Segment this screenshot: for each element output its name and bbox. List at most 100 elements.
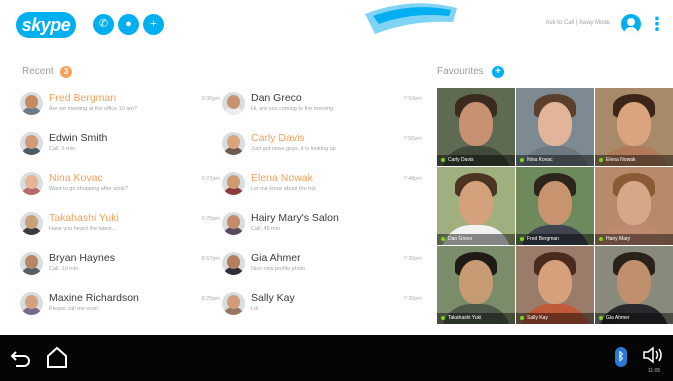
recent-column-right: Dan Greco Hi, are you coming to the meeti… bbox=[222, 86, 422, 326]
favourite-tile[interactable]: Fred Bergman bbox=[516, 167, 594, 245]
message-preview: Want to go shopping after work? bbox=[49, 186, 128, 192]
contact-name: Maxine Richardson bbox=[49, 292, 139, 304]
android-navbar: ᛒ 11:05 bbox=[0, 335, 673, 381]
message-preview: Nice new profile photo bbox=[251, 266, 306, 272]
back-arrow-icon[interactable] bbox=[10, 348, 32, 368]
status-text[interactable]: Ask to Call | Away Mode bbox=[528, 20, 610, 26]
person-body-icon bbox=[624, 27, 638, 34]
favourite-name: Nina Kovac bbox=[527, 157, 553, 163]
message-preview: Please call me soon bbox=[49, 306, 99, 312]
contact-avatar bbox=[20, 132, 43, 155]
message-time: 7:48pm bbox=[403, 176, 422, 182]
header: skype ✆ ● + Ask to Call | Away Mode ⋮ bbox=[0, 0, 673, 52]
favourite-caption: Hairy Mary bbox=[595, 234, 673, 245]
favourite-tile[interactable]: Gia Ahmer bbox=[595, 246, 673, 324]
favourite-name: Elena Nowak bbox=[606, 157, 636, 163]
skype-app: skype ✆ ● + Ask to Call | Away Mode ⋮ Re… bbox=[0, 0, 673, 381]
message-preview: Let me know about the trip bbox=[251, 186, 316, 192]
conversation-row[interactable]: Gia Ahmer Nice new profile photo 7:30pm bbox=[222, 246, 422, 286]
message-preview: Are we meeting at the office 10 am? bbox=[49, 106, 137, 112]
favourite-caption: Dan Greco bbox=[437, 234, 515, 245]
conversation-row[interactable]: Edwin Smith Call, 5 min bbox=[20, 126, 220, 166]
favourite-tile[interactable]: Dan Greco bbox=[437, 167, 515, 245]
conversation-row[interactable]: Nina Kovac Want to go shopping after work… bbox=[20, 166, 220, 206]
favourite-caption: Nina Kovac bbox=[516, 155, 594, 166]
favourite-name: Takahashi Yuki bbox=[448, 315, 482, 321]
favourite-caption: Takahashi Yuki bbox=[437, 313, 515, 324]
contact-name: Bryan Haynes bbox=[49, 252, 115, 264]
favourite-caption: Gia Ahmer bbox=[595, 313, 673, 324]
online-status-icon bbox=[441, 236, 445, 241]
contact-avatar bbox=[20, 92, 43, 115]
contact-name: Edwin Smith bbox=[49, 132, 108, 144]
chat-button[interactable]: ● bbox=[118, 14, 139, 35]
favourite-tile[interactable]: Takahashi Yuki bbox=[437, 246, 515, 324]
contact-avatar bbox=[222, 292, 245, 315]
message-preview: Hi, are you coming to the meeting bbox=[251, 106, 334, 112]
message-time: 9:27pm bbox=[201, 176, 220, 182]
person-head-icon bbox=[627, 18, 635, 26]
favourite-tile[interactable]: Carly Davis bbox=[437, 88, 515, 166]
contact-avatar bbox=[20, 252, 43, 275]
conversation-row[interactable]: Elena Nowak Let me know about the trip 7:4… bbox=[222, 166, 422, 206]
conversation-row[interactable]: Fred Bergman Are we meeting at the office… bbox=[20, 86, 220, 126]
skype-logo: skype bbox=[16, 12, 76, 38]
contact-name: Fred Bergman bbox=[49, 92, 117, 104]
favourite-tile[interactable]: Elena Nowak bbox=[595, 88, 673, 166]
chat-icon: ● bbox=[125, 18, 132, 30]
conversation-row[interactable]: Hairy Mary's Salon Call, 45 min bbox=[222, 206, 422, 246]
favourite-caption: Sally Kay bbox=[516, 313, 594, 324]
recent-title: Recent bbox=[22, 66, 54, 77]
online-status-icon bbox=[441, 157, 445, 162]
contact-name: Dan Greco bbox=[251, 92, 302, 104]
favourite-caption: Carly Davis bbox=[437, 155, 515, 166]
message-preview: Call, 45 min bbox=[251, 226, 281, 232]
favourite-caption: Elena Nowak bbox=[595, 155, 673, 166]
message-preview: Call, 5 min bbox=[49, 146, 75, 152]
favourite-name: Hairy Mary bbox=[606, 236, 631, 242]
favourite-name: Dan Greco bbox=[448, 236, 473, 242]
contact-avatar bbox=[222, 212, 245, 235]
favourite-tile[interactable]: Nina Kovac bbox=[516, 88, 594, 166]
favourite-name: Gia Ahmer bbox=[606, 315, 630, 321]
conversation-row[interactable]: Takahashi Yuki Have you heard the latest.… bbox=[20, 206, 220, 246]
contact-name: Gia Ahmer bbox=[251, 252, 301, 264]
conversation-row[interactable]: Maxine Richardson Please call me soon 8:25… bbox=[20, 286, 220, 326]
conversation-row[interactable]: Bryan Haynes Call, 10 min 8:57pm bbox=[20, 246, 220, 286]
profile-avatar[interactable] bbox=[621, 14, 641, 34]
clock: 11:05 bbox=[648, 368, 661, 374]
online-status-icon bbox=[520, 315, 524, 320]
recent-badge: 3 bbox=[60, 66, 72, 78]
message-preview: Call, 10 min bbox=[49, 266, 79, 272]
call-button[interactable]: ✆ bbox=[93, 14, 114, 35]
online-status-icon bbox=[520, 157, 524, 162]
wave-decoration bbox=[365, 3, 457, 34]
message-time: 8:25pm bbox=[201, 296, 220, 302]
contact-name: Nina Kovac bbox=[49, 172, 103, 184]
contact-avatar bbox=[20, 172, 43, 195]
message-time: 9:30pm bbox=[201, 96, 220, 102]
contact-avatar bbox=[222, 252, 245, 275]
volume-icon[interactable] bbox=[641, 345, 665, 365]
favourite-name: Fred Bergman bbox=[527, 236, 559, 242]
favourites-grid: Carly Davis Nina Kovac Elena Nowak Dan Grec… bbox=[437, 88, 673, 324]
message-time: 8:57pm bbox=[201, 256, 220, 262]
conversation-row[interactable]: Carly Davis Just got news guys, it is loo… bbox=[222, 126, 422, 166]
home-icon[interactable] bbox=[45, 346, 69, 368]
favourite-tile[interactable]: Hairy Mary bbox=[595, 167, 673, 245]
recent-column-left: Fred Bergman Are we meeting at the office… bbox=[20, 86, 220, 326]
contact-avatar bbox=[20, 212, 43, 235]
conversation-row[interactable]: Dan Greco Hi, are you coming to the meeti… bbox=[222, 86, 422, 126]
favourite-tile[interactable]: Sally Kay bbox=[516, 246, 594, 324]
favourite-caption: Fred Bergman bbox=[516, 234, 594, 245]
message-time: 7:30pm bbox=[403, 296, 422, 302]
message-preview: Just got news guys, it is looking up bbox=[251, 146, 336, 152]
conversation-row[interactable]: Sally Kay Lol 7:30pm bbox=[222, 286, 422, 326]
bluetooth-icon[interactable]: ᛒ bbox=[615, 347, 627, 367]
add-contact-button[interactable]: + bbox=[143, 14, 164, 35]
favourite-name: Carly Davis bbox=[448, 157, 474, 163]
add-favourite-icon[interactable]: + bbox=[492, 66, 504, 78]
overflow-menu-icon[interactable]: ⋮ bbox=[648, 14, 666, 36]
message-preview: Have you heard the latest... bbox=[49, 226, 117, 232]
contact-name: Carly Davis bbox=[251, 132, 305, 144]
